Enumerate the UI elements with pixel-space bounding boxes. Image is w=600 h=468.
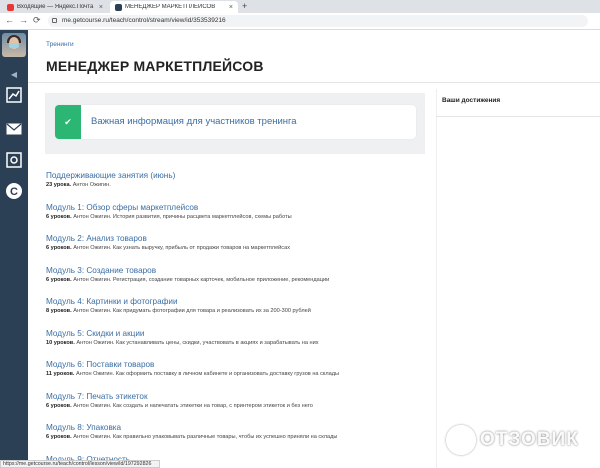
page-title: МЕНЕДЖЕР МАРКЕТПЛЕЙСОВ [46, 58, 264, 74]
lesson-title[interactable]: Модуль 7: Печать этикеток [46, 391, 426, 402]
getcourse-icon[interactable]: C [5, 182, 23, 200]
tab-yandex-mail[interactable]: Входящие — Яндекс.Почта × [2, 1, 108, 13]
lesson-meta: 6 уроков. Антон Ожигин. Как правильно уп… [46, 434, 338, 440]
new-tab-button[interactable]: + [242, 1, 247, 11]
lesson-title[interactable]: Модуль 5: Скидки и акции [46, 328, 426, 339]
lesson-item[interactable]: Модуль 1: Обзор сферы маркетплейсов 6 ур… [46, 202, 426, 234]
main-content: Тренинги МЕНЕДЖЕР МАРКЕТПЛЕЙСОВ ✔ Важная… [28, 30, 600, 468]
lesson-title[interactable]: Поддерживающие занятия (июнь) [46, 170, 426, 181]
collapse-icon[interactable]: ◀ [0, 70, 28, 79]
otzovik-watermark: ОТЗОВИК [446, 423, 596, 459]
check-icon: ✔ [55, 105, 81, 139]
lesson-meta: 6 уроков. Антон Ожигин. Как создать и на… [46, 402, 313, 409]
browser-tabbar: Входящие — Яндекс.Почта × МЕНЕДЖЕР МАРКЕ… [0, 0, 600, 13]
otzovik-logo-icon [446, 425, 476, 455]
lesson-list: Поддерживающие занятия (июнь) 23 урока. … [46, 170, 426, 468]
url-bar[interactable]: me.getcourse.ru/teach/control/stream/vie… [48, 15, 588, 27]
tab-title: МЕНЕДЖЕР МАРКЕТПЛЕЙСОВ [125, 4, 216, 10]
lesson-title[interactable]: Модуль 4: Картинки и фотографии [46, 296, 426, 307]
lesson-title[interactable]: Модуль 6: Поставки товаров [46, 359, 426, 370]
achievements-panel: Ваши достижения [436, 89, 600, 117]
lesson-item[interactable]: Модуль 8: Упаковка 6 уроков. Антон Ожиги… [46, 422, 426, 454]
lesson-meta: 23 урока. Антон Ожигин. [46, 182, 111, 188]
tab-getcourse[interactable]: МЕНЕДЖЕР МАРКЕТПЛЕЙСОВ × [110, 1, 238, 13]
avatar[interactable] [2, 33, 26, 57]
lesson-item[interactable]: Модуль 5: Скидки и акции 10 уроков. Анто… [46, 328, 426, 360]
address-row: ← → ⟳ me.getcourse.ru/teach/control/stre… [0, 13, 600, 30]
lesson-title[interactable]: Модуль 8: Упаковка [46, 422, 426, 433]
tab-title: Входящие — Яндекс.Почта [17, 4, 94, 10]
getcourse-favicon-icon [115, 3, 122, 11]
lesson-item[interactable]: Модуль 7: Печать этикеток 6 уроков. Анто… [46, 391, 426, 423]
mail-icon[interactable] [5, 120, 23, 138]
svg-text:C: C [10, 186, 18, 198]
link-status-bar: https://me.getcourse.ru/teach/control/le… [0, 460, 160, 468]
watermark-text: ОТЗОВИК [480, 429, 579, 450]
left-rail: ◀ C [0, 30, 28, 468]
lesson-item[interactable]: Модуль 2: Анализ товаров 6 уроков. Антон… [46, 233, 426, 265]
forward-icon[interactable]: → [19, 15, 28, 25]
lesson-item[interactable]: Модуль 3: Создание товаров 6 уроков. Ант… [46, 265, 426, 297]
url-text: me.getcourse.ru/teach/control/stream/vie… [62, 17, 226, 24]
breadcrumb[interactable]: Тренинги [46, 41, 74, 48]
lock-icon [52, 18, 57, 23]
chart-icon[interactable] [5, 86, 23, 104]
lesson-item[interactable]: Поддерживающие занятия (июнь) 23 урока. … [46, 170, 426, 202]
lesson-meta: 6 уроков. Антон Ожигин. История развития… [46, 213, 292, 220]
notice-text: Важная информация для участников тренинг… [91, 116, 297, 127]
lesson-item[interactable]: Модуль 4: Картинки и фотографии 8 уроков… [46, 296, 426, 328]
back-icon[interactable]: ← [5, 15, 14, 25]
lesson-meta: 11 уроков. Антон Ожигин. Как оформить по… [46, 371, 340, 377]
achievements-title: Ваши достижения [442, 97, 501, 104]
lesson-title[interactable]: Модуль 2: Анализ товаров [46, 233, 426, 244]
important-info-card[interactable]: ✔ Важная информация для участников трени… [55, 105, 416, 139]
gear-icon[interactable] [5, 151, 23, 169]
right-panel-divider [436, 89, 437, 468]
tab-close-icon[interactable]: × [229, 4, 233, 11]
lesson-meta: 6 уроков. Антон Ожигин. Регистрация, соз… [46, 276, 330, 283]
lesson-meta: 8 уроков. Антон Ожигин. Как придумать фо… [46, 308, 311, 314]
yandex-mail-favicon-icon [7, 3, 14, 11]
lesson-meta: 10 уроков. Антон Ожигин. Как устанавлива… [46, 339, 319, 346]
reload-icon[interactable]: ⟳ [33, 15, 41, 26]
lesson-meta: 6 уроков. Антон Ожигин. Как узнать выруч… [46, 245, 291, 251]
header-divider [28, 82, 600, 83]
notice-container: ✔ Важная информация для участников трени… [45, 93, 425, 154]
lesson-item[interactable]: Модуль 6: Поставки товаров 11 уроков. Ан… [46, 359, 426, 391]
lesson-title[interactable]: Модуль 3: Создание товаров [46, 265, 426, 276]
lesson-title[interactable]: Модуль 1: Обзор сферы маркетплейсов [46, 202, 426, 213]
tab-close-icon[interactable]: × [99, 4, 103, 11]
